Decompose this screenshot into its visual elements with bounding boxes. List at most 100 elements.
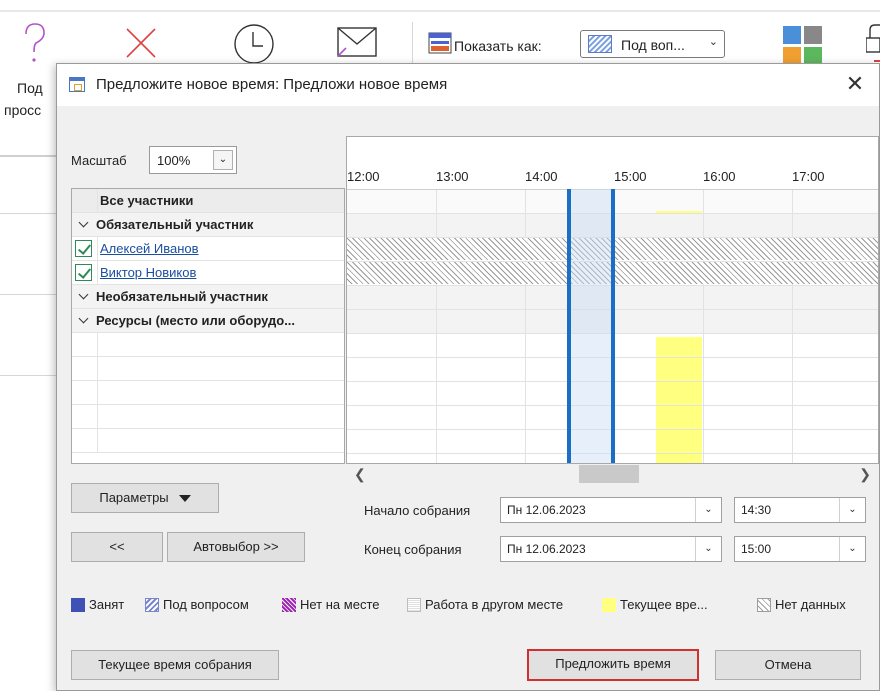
legend-label: Занят — [89, 597, 125, 612]
hour-label: 13:00 — [436, 169, 469, 184]
chevron-down-icon[interactable]: ⌄ — [213, 150, 233, 170]
propose-time-label: Предложить время — [555, 656, 671, 671]
ribbon-top-border — [0, 10, 880, 12]
row-gutter — [72, 357, 98, 380]
chevron-down-icon[interactable] — [78, 290, 90, 302]
zoom-value: 100% — [157, 153, 191, 168]
working-elsewhere-swatch-icon — [407, 598, 421, 612]
resources-group-row[interactable]: Ресурсы (место или оборудо... — [72, 309, 344, 333]
attendee-checkbox[interactable] — [75, 240, 92, 257]
empty-row[interactable] — [72, 357, 344, 381]
background-text-2: просс — [4, 102, 42, 118]
legend-label: Текущее вре... — [620, 597, 708, 612]
propose-time-button[interactable]: Предложить время — [527, 649, 699, 681]
scroll-left-arrow-icon[interactable]: ❮ — [354, 466, 366, 483]
hour-label: 14:00 — [525, 169, 558, 184]
legend-label: Работа в другом месте — [425, 597, 564, 612]
chevron-down-icon[interactable] — [78, 314, 90, 326]
row-gutter — [72, 381, 98, 404]
cancel-button[interactable]: Отмена — [715, 650, 861, 680]
empty-row[interactable] — [72, 405, 344, 429]
row-gutter — [72, 261, 98, 284]
categorize-icon[interactable] — [781, 24, 825, 66]
attendee-checkbox[interactable] — [75, 264, 92, 281]
chevron-down-icon[interactable]: ⌄ — [839, 537, 865, 561]
scroll-right-arrow-icon[interactable]: ❯ — [859, 466, 871, 483]
chevron-down-icon: ⌄ — [708, 36, 718, 48]
background-text-1: Под — [17, 80, 43, 96]
attendee-list: Все участники Обязательный участник Алек… — [71, 188, 345, 464]
resources-group-label: Ресурсы (место или оборудо... — [96, 313, 296, 328]
grid-line — [525, 189, 526, 463]
show-as-select[interactable]: Под воп... ⌄ — [580, 30, 725, 58]
required-group-row[interactable]: Обязательный участник — [72, 213, 344, 237]
start-label: Начало собрания — [364, 503, 471, 518]
attendee-link[interactable]: Виктор Новиков — [100, 265, 196, 280]
start-time-picker[interactable]: 14:30 ⌄ — [734, 497, 866, 523]
chevron-down-icon[interactable]: ⌄ — [695, 537, 721, 561]
cancel-label: Отмена — [764, 657, 812, 672]
previous-button[interactable]: << — [71, 532, 163, 562]
grid-line — [436, 189, 437, 463]
busy-swatch-icon — [71, 598, 85, 612]
chevron-down-icon[interactable] — [78, 218, 90, 230]
schedule-grid[interactable]: 12:00 13:00 14:00 15:00 16:00 17:00 — [346, 136, 879, 464]
dropdown-arrow-icon — [178, 495, 191, 503]
chevron-down-icon[interactable]: ⌄ — [839, 498, 865, 522]
hour-label: 16:00 — [703, 169, 736, 184]
end-time-picker[interactable]: 15:00 ⌄ — [734, 536, 866, 562]
row-gutter — [72, 429, 98, 452]
current-time-swatch-icon — [602, 598, 616, 612]
empty-row[interactable] — [72, 429, 344, 453]
optional-group-label: Необязательный участник — [96, 289, 268, 304]
previous-label: << — [109, 539, 125, 554]
chevron-down-icon[interactable]: ⌄ — [695, 498, 721, 522]
autopick-label: Автовыбор >> — [193, 539, 279, 554]
empty-row[interactable] — [72, 333, 344, 357]
zoom-label: Масштаб — [71, 153, 127, 168]
zoom-select[interactable]: 100% ⌄ — [149, 146, 237, 174]
end-date-value: Пн 12.06.2023 — [507, 542, 586, 556]
end-time-value: 15:00 — [741, 542, 772, 556]
envelope-icon[interactable] — [336, 26, 380, 60]
meeting-selection[interactable] — [569, 189, 613, 463]
row-gutter — [72, 189, 98, 212]
clock-icon[interactable] — [232, 22, 276, 66]
start-date-value: Пн 12.06.2023 — [507, 503, 586, 517]
question-icon[interactable] — [20, 22, 50, 66]
out-of-office-swatch-icon — [282, 598, 296, 612]
lock-icon[interactable] — [866, 22, 880, 62]
no-info-swatch-icon — [757, 598, 771, 612]
empty-row[interactable] — [72, 381, 344, 405]
attendee-row: Виктор Новиков — [72, 261, 344, 285]
ribbon-separator — [412, 22, 413, 68]
show-as-value: Под воп... — [621, 37, 685, 53]
meeting-start-handle[interactable] — [567, 189, 571, 463]
required-group-label: Обязательный участник — [96, 217, 254, 232]
show-as-label: Показать как: — [454, 38, 542, 54]
hour-label: 15:00 — [614, 169, 647, 184]
legend-label: Нет данных — [775, 597, 846, 612]
tentative-swatch-icon — [145, 598, 159, 612]
legend-label: Нет на месте — [300, 597, 380, 612]
options-button[interactable]: Параметры — [71, 483, 219, 513]
autopick-button[interactable]: Автовыбор >> — [167, 532, 305, 562]
hour-label: 12:00 — [347, 169, 380, 184]
meeting-end-handle[interactable] — [611, 189, 615, 463]
show-as-icon — [428, 32, 452, 54]
close-icon[interactable]: ✕ — [843, 72, 867, 96]
attendee-link[interactable]: Алексей Иванов — [100, 241, 199, 256]
horizontal-scrollbar[interactable]: ❮ ❯ — [346, 464, 879, 484]
current-meeting-time-label: Текущее время собрания — [98, 657, 252, 672]
start-date-picker[interactable]: Пн 12.06.2023 ⌄ — [500, 497, 722, 523]
current-meeting-time-button[interactable]: Текущее время собрания — [71, 650, 279, 680]
start-time-value: 14:30 — [741, 503, 772, 517]
end-label: Конец собрания — [364, 542, 462, 557]
attendee-list-header: Все участники — [72, 189, 344, 213]
optional-group-row[interactable]: Необязательный участник — [72, 285, 344, 309]
scrollbar-thumb[interactable] — [579, 465, 639, 483]
end-date-picker[interactable]: Пн 12.06.2023 ⌄ — [500, 536, 722, 562]
row-gutter — [72, 237, 98, 260]
decline-x-icon[interactable] — [124, 26, 158, 60]
hour-label: 17:00 — [792, 169, 825, 184]
